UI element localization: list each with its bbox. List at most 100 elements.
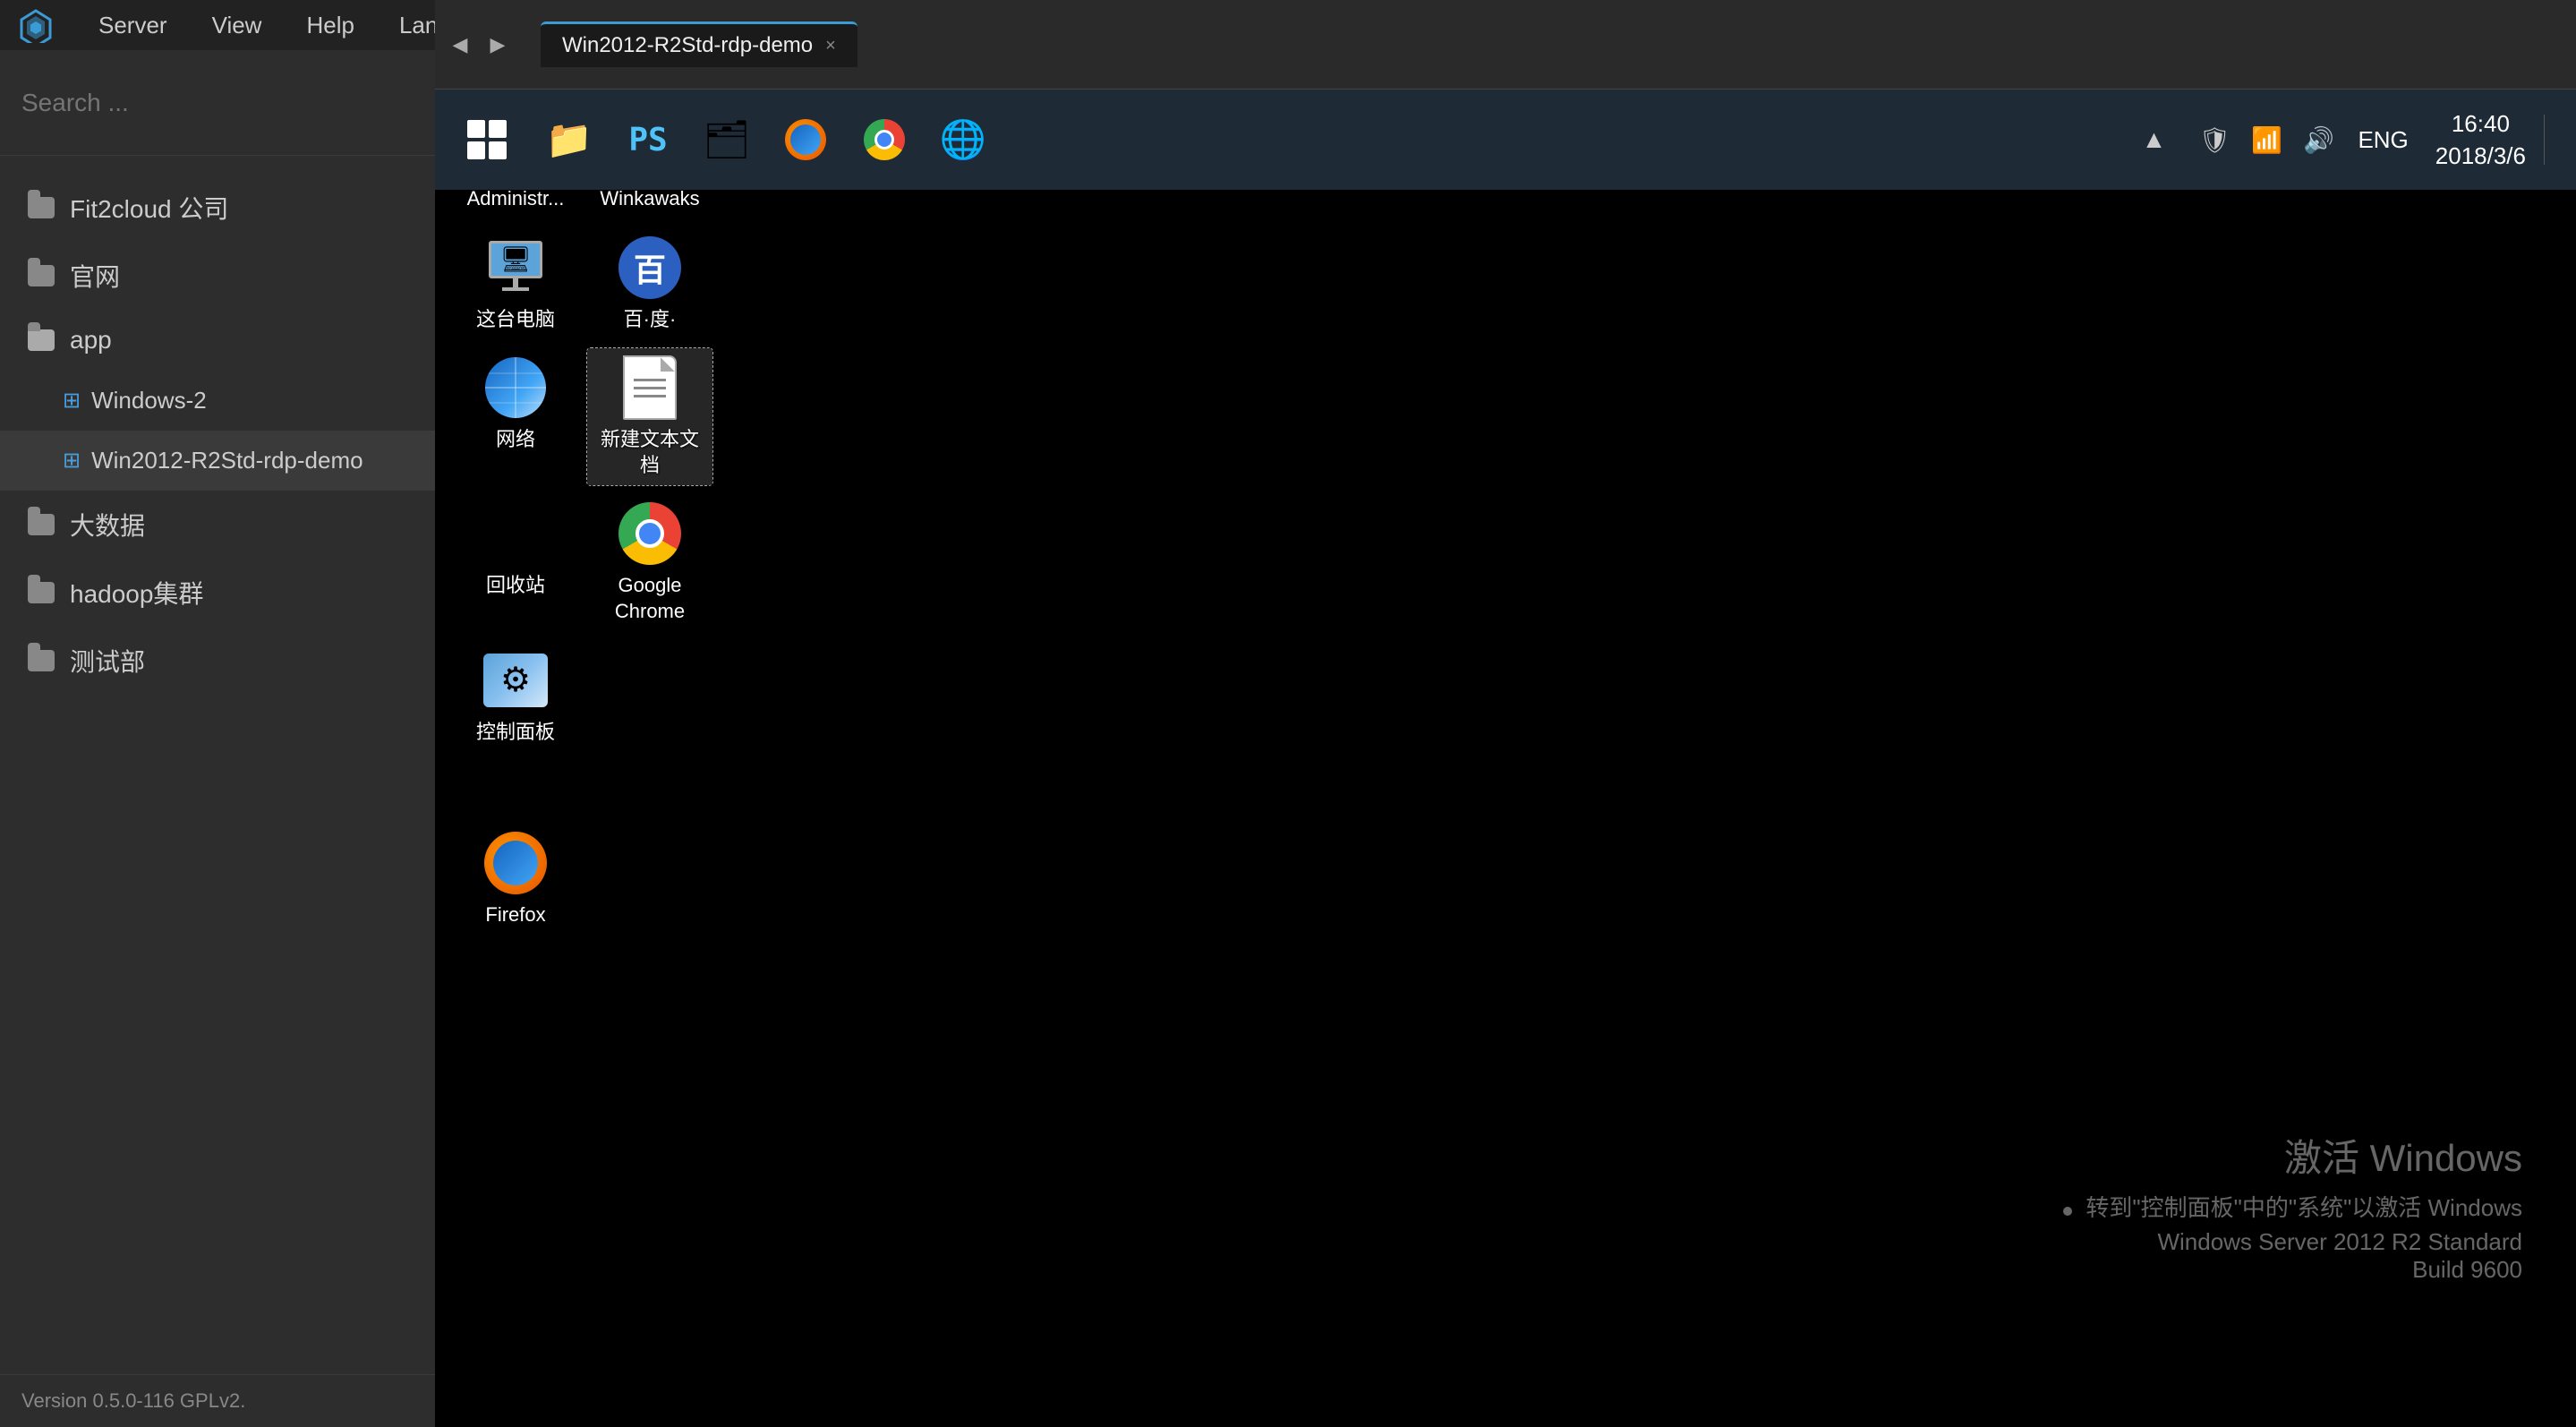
show-desktop-button[interactable] (2544, 115, 2558, 165)
sidebar-nav: Fit2cloud 公司 官网 app ⊞ Windows-2 ⊞ Win201… (0, 156, 435, 1374)
sidebar-item-windows2[interactable]: ⊞ Windows-2 (0, 371, 435, 431)
explorer-icon: 📁 (546, 118, 593, 162)
monitor-screen: 🖥 (489, 241, 542, 278)
desktop-icon-control-panel[interactable]: ⚙ 控制面板 (453, 641, 578, 753)
baidu-logo: 百 (618, 236, 681, 299)
sidebar-item-app[interactable]: app (0, 310, 435, 371)
taskbar-explorer-button[interactable]: 📁 (533, 104, 605, 175)
globe-taskbar-icon: 🌐 (940, 118, 986, 162)
icon-row-4: ⚙ 控制面板 (453, 641, 712, 753)
version-label: Version 0.5.0-116 GPLv2. (21, 1389, 245, 1412)
baidu-icon: 百 (618, 235, 682, 300)
desktop-icons-area: 🌐 Administr... Winkawaks (453, 107, 712, 936)
search-input[interactable] (21, 76, 414, 130)
taskbar-chrome-button[interactable] (849, 104, 920, 175)
win-cell-4 (489, 141, 507, 159)
sidebar-item-test[interactable]: 测试部 (0, 627, 435, 695)
sidebar: Server View Help Language Fit2cloud 公司 官… (0, 0, 435, 1427)
desktop-icon-text-doc[interactable]: 新建文本文档 (587, 348, 712, 485)
firefox-globe (493, 841, 538, 885)
tray-network-icon[interactable]: 📶 (2245, 118, 2288, 161)
win-cell-3 (467, 141, 485, 159)
icon-label-baidu: 百·度· (624, 307, 677, 333)
language-indicator[interactable]: ENG (2358, 126, 2408, 154)
desktop-icon-recycle[interactable]: 🗑 回收站 (453, 494, 578, 631)
control-panel-icon: ⚙ (483, 648, 548, 713)
sidebar-search-area (0, 50, 435, 156)
desktop-icon-chrome[interactable]: GoogleChrome (587, 494, 712, 631)
chrome-taskbar-icon (864, 119, 905, 160)
activation-subtitle: 转到"控制面板"中的"系统"以激活 Windows (2063, 1190, 2522, 1223)
network-globe (485, 357, 546, 418)
menu-help[interactable]: Help (306, 12, 354, 39)
main-area: ◀ ▶ Win2012-R2Std-rdp-demo × 🌐 (435, 0, 2576, 1427)
folder-icon (27, 510, 55, 539)
icon-row-3: 🗑 回收站 GoogleChrome (453, 494, 712, 631)
sidebar-item-win2012[interactable]: ⊞ Win2012-R2Std-rdp-demo (0, 431, 435, 491)
start-button[interactable] (451, 104, 523, 175)
sidebar-item-website[interactable]: 官网 (0, 242, 435, 310)
tray-security-icon[interactable]: 🛡 (2193, 118, 2236, 161)
recycle-icon: 🗑 (483, 501, 548, 566)
tab-bar: Win2012-R2Std-rdp-demo × (532, 21, 2567, 67)
doc-line-1 (634, 379, 666, 381)
activation-build: Build 9600 (2063, 1256, 2522, 1284)
icon-label-chrome: GoogleChrome (615, 573, 685, 624)
tab-label: Win2012-R2Std-rdp-demo (562, 33, 813, 58)
win-cell-2 (489, 120, 507, 138)
windows-icon: ⊞ (63, 388, 81, 414)
taskbar-clock[interactable]: 16:40 2018/3/6 (2435, 107, 2526, 173)
desktop-icon-firefox[interactable]: Firefox (453, 824, 578, 936)
icon-label-control-panel: 控制面板 (476, 720, 555, 746)
computer-icon: 🖥 (483, 235, 548, 300)
taskbar-firefox-button[interactable] (770, 104, 841, 175)
firefox-tb-globe (790, 124, 821, 155)
top-bar: ◀ ▶ Win2012-R2Std-rdp-demo × (435, 0, 2576, 90)
sidebar-label-fit2cloud: Fit2cloud 公司 (70, 190, 228, 226)
sidebar-label-app: app (70, 326, 112, 355)
clock-time: 16:40 (2435, 107, 2526, 140)
taskbar-folder-button[interactable]: 🗂 (691, 104, 763, 175)
active-tab[interactable]: Win2012-R2Std-rdp-demo × (541, 21, 857, 67)
folder-taskbar-icon: 🗂 (703, 118, 750, 162)
nav-arrows: ◀ ▶ (444, 29, 514, 61)
windows-start-icon (467, 120, 507, 159)
sidebar-label-windows2: Windows-2 (91, 387, 207, 414)
menu-server[interactable]: Server (98, 12, 167, 39)
firefox-icon (483, 831, 548, 895)
desktop-icon-computer[interactable]: 🖥 这台电脑 (453, 228, 578, 340)
remote-desktop[interactable]: 🌐 Administr... Winkawaks (435, 90, 2576, 1427)
sidebar-item-bigdata[interactable]: 大数据 (0, 491, 435, 559)
sidebar-item-hadoop[interactable]: hadoop集群 (0, 559, 435, 627)
tray-audio-icon[interactable]: 🔊 (2297, 118, 2340, 161)
activation-notice: 激活 Windows 转到"控制面板"中的"系统"以激活 Windows Win… (2063, 1128, 2522, 1284)
sidebar-label-website: 官网 (70, 258, 120, 294)
chrome-icon (618, 501, 682, 566)
chrome-tb-inner (874, 130, 894, 150)
activation-subtitle-text: 转到"控制面板"中的"系统"以激活 Windows (2086, 1194, 2522, 1221)
sidebar-label-test: 测试部 (70, 643, 145, 679)
desktop-icon-baidu[interactable]: 百 百·度· (587, 228, 712, 340)
taskbar-powershell-button[interactable]: PS (612, 104, 684, 175)
sidebar-item-fit2cloud[interactable]: Fit2cloud 公司 (0, 174, 435, 242)
icon-label-winkawaks: Winkawaks (600, 186, 699, 212)
app-logo (18, 3, 54, 47)
icon-row-1: 🖥 这台电脑 百 百·度· (453, 228, 712, 340)
folder-icon (27, 646, 55, 675)
desktop-icon-network[interactable]: 网络 (453, 348, 578, 485)
powershell-icon: PS (628, 122, 667, 158)
sidebar-label-hadoop: hadoop集群 (70, 575, 203, 611)
taskbar-tray: 🛡 📶 🔊 (2193, 118, 2340, 161)
firefox-graphic (484, 832, 547, 894)
icon-row-2: 网络 新建文本文档 (453, 348, 712, 485)
tray-expand-button[interactable]: ▲ (2132, 118, 2175, 161)
tab-close-button[interactable]: × (825, 36, 836, 56)
folder-icon (27, 261, 55, 290)
menu-view[interactable]: View (212, 12, 262, 39)
taskbar-globe-button[interactable]: 🌐 (927, 104, 999, 175)
clock-date: 2018/3/6 (2435, 140, 2526, 172)
nav-left-arrow[interactable]: ◀ (444, 29, 476, 61)
taskbar: 📁 PS 🗂 🌐 (435, 90, 2576, 190)
nav-right-arrow[interactable]: ▶ (482, 29, 514, 61)
activation-os: Windows Server 2012 R2 Standard (2063, 1228, 2522, 1256)
